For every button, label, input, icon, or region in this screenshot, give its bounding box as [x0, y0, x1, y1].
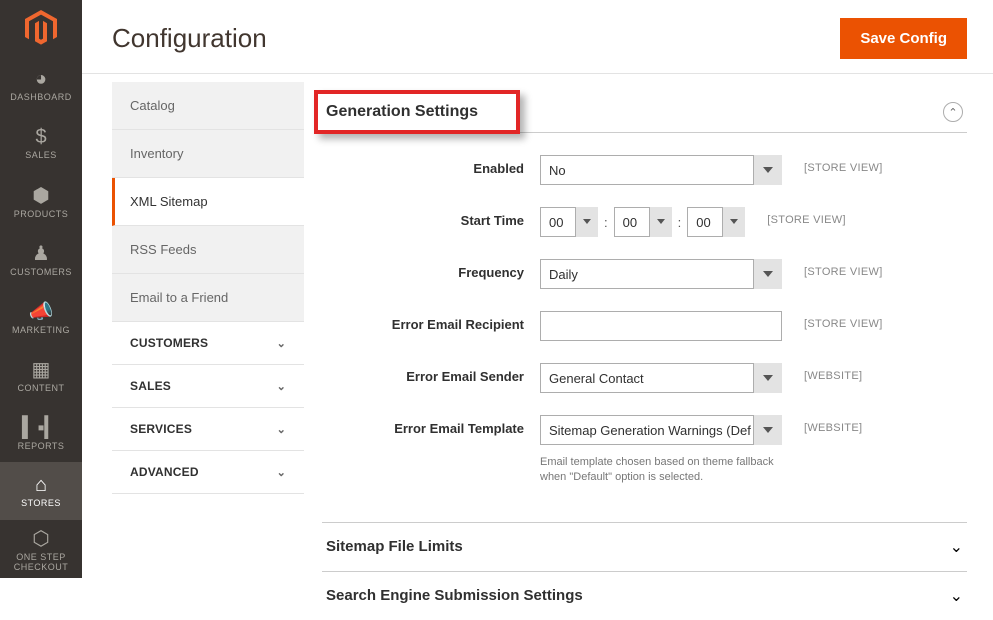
label-sender: Error Email Sender [322, 363, 540, 384]
tab-email-friend[interactable]: Email to a Friend [112, 274, 304, 322]
nav-customers[interactable]: ♟CUSTOMERS [0, 230, 82, 288]
hex-icon: ⬡ [32, 526, 49, 551]
row-enabled: Enabled No [STORE VIEW] [322, 155, 967, 185]
tab-xml-sitemap[interactable]: XML Sitemap [112, 178, 304, 226]
group-sales[interactable]: SALES⌄ [112, 365, 304, 408]
template-select[interactable]: Sitemap Generation Warnings (Def [540, 415, 782, 445]
expand-down-icon: ⌄ [950, 586, 963, 606]
colon-2: : [678, 215, 682, 230]
chevron-down-icon: ⌄ [277, 337, 286, 350]
form-panel: Generation Settings ⌃ Enabled No [STORE … [304, 74, 993, 620]
chart-icon: ▍▪▎ [22, 415, 60, 440]
section-generation-settings[interactable]: Generation Settings ⌃ [322, 92, 967, 133]
config-sidebar: Catalog Inventory XML Sitemap RSS Feeds … [112, 74, 304, 620]
gauge-icon: ◕ [35, 68, 47, 91]
scope-frequency: [STORE VIEW] [804, 259, 883, 278]
scope-recipient: [STORE VIEW] [804, 311, 883, 330]
section-file-limits[interactable]: Sitemap File Limits ⌄ [322, 522, 967, 571]
save-config-button[interactable]: Save Config [840, 18, 967, 59]
section-title: Generation Settings [326, 103, 478, 121]
person-icon: ♟ [32, 241, 50, 266]
nav-stores[interactable]: ⌂STORES [0, 462, 82, 520]
page-title: Configuration [112, 23, 267, 54]
collapse-up-icon: ⌃ [943, 102, 963, 122]
enabled-select[interactable]: No [540, 155, 782, 185]
layout-icon: ▦ [32, 357, 51, 382]
content-area: Configuration Save Config Catalog Invent… [82, 0, 993, 578]
label-start-time: Start Time [322, 207, 540, 228]
colon-1: : [604, 215, 608, 230]
form-rows: Enabled No [STORE VIEW] Start Time 00 : … [322, 133, 967, 522]
admin-rail: ◕DASHBOARD $SALES ⬢PRODUCTS ♟CUSTOMERS 📣… [0, 0, 82, 578]
main-layout: Catalog Inventory XML Sitemap RSS Feeds … [82, 73, 993, 620]
recipient-input[interactable] [540, 311, 782, 341]
store-icon: ⌂ [35, 474, 47, 497]
start-hour-select[interactable]: 00 [540, 207, 598, 237]
scope-sender: [WEBSITE] [804, 363, 862, 382]
chevron-down-icon: ⌄ [277, 423, 286, 436]
row-recipient: Error Email Recipient [STORE VIEW] [322, 311, 967, 341]
nav-content[interactable]: ▦CONTENT [0, 346, 82, 404]
tab-inventory[interactable]: Inventory [112, 130, 304, 178]
megaphone-icon: 📣 [29, 299, 54, 324]
nav-sales[interactable]: $SALES [0, 114, 82, 172]
start-min-select[interactable]: 00 [614, 207, 672, 237]
sender-select[interactable]: General Contact [540, 363, 782, 393]
nav-products[interactable]: ⬢PRODUCTS [0, 172, 82, 230]
start-sec-select[interactable]: 00 [687, 207, 745, 237]
group-advanced[interactable]: ADVANCED⌄ [112, 451, 304, 494]
group-services[interactable]: SERVICES⌄ [112, 408, 304, 451]
label-enabled: Enabled [322, 155, 540, 176]
chevron-down-icon: ⌄ [277, 380, 286, 393]
label-recipient: Error Email Recipient [322, 311, 540, 332]
label-template: Error Email Template [322, 415, 540, 436]
nav-reports[interactable]: ▍▪▎REPORTS [0, 404, 82, 462]
chevron-down-icon: ⌄ [277, 466, 286, 479]
section-search-engine[interactable]: Search Engine Submission Settings ⌄ [322, 571, 967, 620]
box-icon: ⬢ [32, 183, 49, 208]
tab-catalog[interactable]: Catalog [112, 82, 304, 130]
row-frequency: Frequency Daily [STORE VIEW] [322, 259, 967, 289]
row-template: Error Email Template Sitemap Generation … [322, 415, 967, 486]
scope-start-time: [STORE VIEW] [767, 207, 846, 226]
scope-enabled: [STORE VIEW] [804, 155, 883, 174]
row-sender: Error Email Sender General Contact [WEBS… [322, 363, 967, 393]
group-customers[interactable]: CUSTOMERS⌄ [112, 322, 304, 365]
frequency-select[interactable]: Daily [540, 259, 782, 289]
nav-onestep[interactable]: ⬡ONE STEP CHECKOUT [0, 520, 82, 578]
magento-logo[interactable] [0, 0, 82, 56]
row-start-time: Start Time 00 : 00 : 00 [STORE VIEW] [322, 207, 967, 237]
template-note: Email template chosen based on theme fal… [540, 455, 782, 486]
label-frequency: Frequency [322, 259, 540, 280]
nav-dashboard[interactable]: ◕DASHBOARD [0, 56, 82, 114]
expand-down-icon: ⌄ [950, 537, 963, 557]
page-header: Configuration Save Config [82, 0, 993, 73]
dollar-icon: $ [35, 126, 46, 149]
nav-marketing[interactable]: 📣MARKETING [0, 288, 82, 346]
tab-rss-feeds[interactable]: RSS Feeds [112, 226, 304, 274]
scope-template: [WEBSITE] [804, 415, 862, 434]
